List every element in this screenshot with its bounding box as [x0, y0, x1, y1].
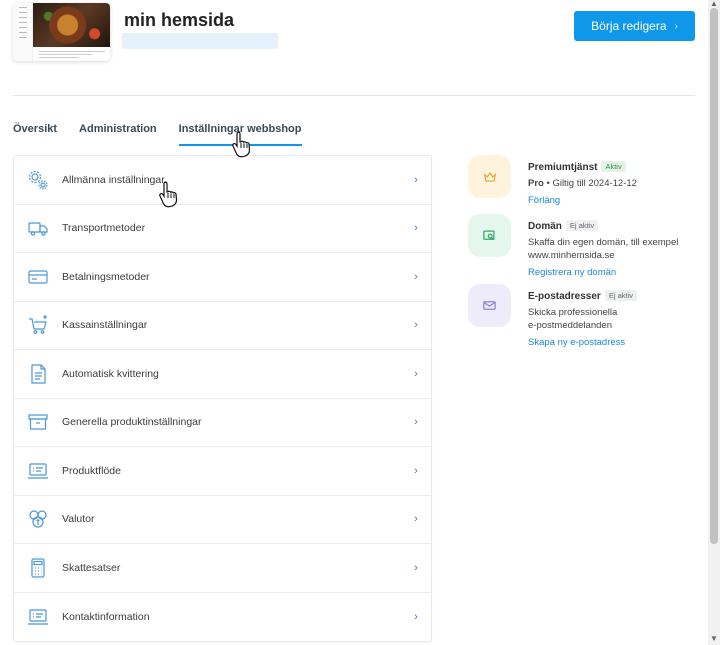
- thumbnail-text-lines: [39, 51, 105, 59]
- settings-item-label: Kontaktinformation: [62, 610, 150, 623]
- crown-icon: [468, 155, 511, 198]
- laptop-contact-icon: [14, 605, 62, 629]
- site-thumbnail[interactable]: [13, 3, 110, 61]
- settings-item-label: Produktflöde: [62, 464, 121, 477]
- register-domain-link[interactable]: Registrera ny domän: [528, 267, 616, 278]
- service-domain: Domän Ej aktiv Skaffa din egen domän, til…: [468, 214, 698, 278]
- plan-name: Pro: [528, 178, 544, 189]
- service-premium: Premiumtjänst Aktiv Pro • Giltig till 202…: [468, 155, 698, 208]
- create-email-link[interactable]: Skapa ny e-postadress: [528, 337, 625, 348]
- vertical-scrollbar[interactable]: ▲ ▼: [708, 0, 720, 645]
- start-editing-button[interactable]: Börja redigera ›: [574, 11, 695, 41]
- chevron-right-icon: ›: [414, 464, 418, 477]
- service-title: E-postadresser: [528, 291, 601, 302]
- description-line: e-postmeddelanden: [528, 320, 612, 331]
- service-domain-body: Domän Ej aktiv Skaffa din egen domän, til…: [528, 216, 698, 280]
- chevron-right-icon: ›: [414, 270, 418, 283]
- start-editing-label: Börja redigera: [591, 19, 667, 33]
- settings-item-label: Betalningsmetoder: [62, 270, 150, 283]
- cart-icon: [14, 313, 62, 337]
- settings-item-label: Allmänna inställningar: [62, 173, 165, 186]
- service-email-body: E-postadresser Ej aktiv Skicka profession…: [528, 286, 698, 350]
- settings-item-label: Transportmetoder: [62, 222, 146, 235]
- service-premium-body: Premiumtjänst Aktiv Pro • Giltig till 202…: [528, 157, 698, 208]
- settings-item-contact-info[interactable]: Kontaktinformation ›: [14, 593, 431, 642]
- settings-item-general[interactable]: Allmänna inställningar ›: [14, 156, 431, 205]
- gears-icon: [14, 168, 62, 192]
- settings-item-label: Automatisk kvittering: [62, 367, 159, 380]
- plan-validity: • Giltig till 2024-12-12: [543, 178, 637, 189]
- card-icon: [14, 265, 62, 289]
- service-email: E-postadresser Ej aktiv Skicka profession…: [468, 284, 698, 348]
- scroll-down-icon[interactable]: ▼: [710, 635, 718, 643]
- settings-item-tax-rates[interactable]: Skattesatser ›: [14, 544, 431, 593]
- scrollbar-thumb[interactable]: [710, 8, 718, 544]
- thumbnail-sidebar: [13, 3, 33, 61]
- settings-item-product-settings[interactable]: Generella produktinställningar ›: [14, 399, 431, 447]
- header-divider: [13, 95, 695, 96]
- tab-webshop-settings[interactable]: Inställningar webbshop: [178, 123, 302, 146]
- envelope-icon: [468, 284, 511, 327]
- calculator-icon: [14, 556, 62, 580]
- description-line: Skaffa din egen domän, till exempel: [528, 237, 679, 248]
- status-badge: Ej aktiv: [604, 290, 637, 301]
- status-badge: Ej aktiv: [565, 220, 599, 231]
- service-title: Premiumtjänst: [528, 162, 598, 173]
- laptop-list-icon: [14, 459, 62, 483]
- box-icon: [14, 410, 62, 434]
- site-title: min hemsida: [124, 10, 235, 30]
- description-line: www.minhemsida.se: [528, 250, 615, 261]
- chevron-right-icon: ›: [414, 610, 418, 623]
- tab-overview[interactable]: Översikt: [13, 123, 57, 146]
- service-title: Domän: [528, 221, 562, 232]
- service-description: Skaffa din egen domän, till exempel www.…: [528, 236, 698, 262]
- thumbnail-photo: [33, 3, 110, 47]
- status-badge: Aktiv: [601, 161, 626, 172]
- description-line: Skicka professionella: [528, 307, 618, 318]
- settings-item-label: Kassainställningar: [62, 319, 148, 332]
- scroll-up-icon[interactable]: ▲: [710, 0, 718, 8]
- domain-search-icon: [468, 214, 511, 257]
- settings-item-payment[interactable]: Betalningsmetoder ›: [14, 253, 431, 302]
- settings-item-product-feed[interactable]: Produktflöde ›: [14, 447, 431, 496]
- settings-item-receipt[interactable]: Automatisk kvittering ›: [14, 350, 431, 399]
- settings-item-label: Skattesatser: [62, 561, 121, 574]
- chevron-right-icon: ›: [414, 173, 418, 186]
- webshop-settings-list: Allmänna inställningar › Transportmetode…: [13, 155, 432, 642]
- document-icon: [14, 362, 62, 386]
- extend-link[interactable]: Förläng: [528, 195, 560, 206]
- tab-bar: Översikt Administration Inställningar we…: [13, 123, 302, 146]
- settings-item-checkout[interactable]: Kassainställningar ›: [14, 302, 431, 350]
- site-url-bar: [122, 33, 278, 49]
- service-description: Skicka professionella e-postmeddelanden: [528, 306, 698, 332]
- chevron-right-icon: ›: [414, 222, 418, 235]
- service-description: Pro • Giltig till 2024-12-12: [528, 177, 698, 190]
- settings-item-shipping[interactable]: Transportmetoder ›: [14, 205, 431, 253]
- coins-icon: [14, 507, 62, 531]
- tab-administration[interactable]: Administration: [79, 123, 157, 146]
- chevron-right-icon: ›: [414, 319, 418, 332]
- settings-item-currencies[interactable]: Valutor ›: [14, 496, 431, 544]
- chevron-right-icon: ›: [414, 416, 418, 429]
- truck-icon: [14, 216, 62, 240]
- chevron-right-icon: ›: [414, 561, 418, 574]
- settings-item-label: Generella produktinställningar: [62, 416, 202, 429]
- settings-item-label: Valutor: [62, 513, 95, 526]
- chevron-right-icon: ›: [674, 20, 678, 32]
- chevron-right-icon: ›: [414, 513, 418, 526]
- chevron-right-icon: ›: [414, 367, 418, 380]
